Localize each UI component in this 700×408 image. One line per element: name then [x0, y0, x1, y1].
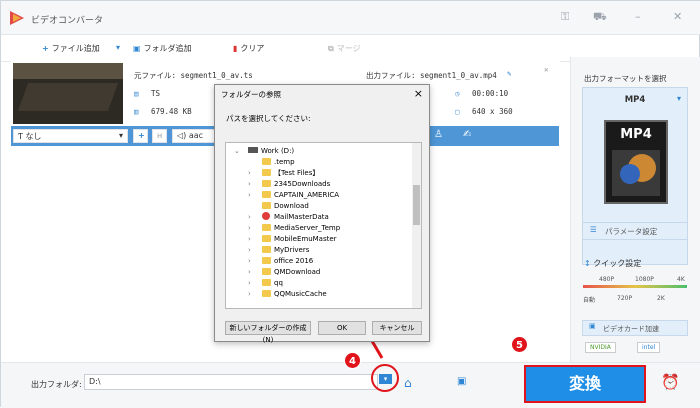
folder-icon: [262, 246, 271, 253]
folder-browse-dialog: フォルダーの参照 × パスを選択してください: ⌄ Work (D:) .temp ›…: [214, 84, 430, 344]
tree-item-label: qq: [274, 279, 283, 287]
tree-item[interactable]: › MailMasterData: [248, 212, 329, 223]
tree-item[interactable]: › qq: [248, 278, 283, 289]
folder-icon: [262, 180, 271, 187]
tree-item[interactable]: › MediaServer_Temp: [248, 223, 340, 234]
expand-arrow-icon[interactable]: ›: [248, 278, 262, 289]
tree-item[interactable]: › QMDownload: [248, 267, 320, 278]
tree-item[interactable]: Download: [248, 201, 309, 212]
expand-arrow-icon[interactable]: ⌄: [234, 146, 248, 157]
tree-item-label: MediaServer_Temp: [274, 224, 341, 232]
tree-item[interactable]: › MyDrivers: [248, 245, 309, 256]
tree-item[interactable]: ⌄ Work (D:): [234, 146, 294, 157]
expand-arrow-icon[interactable]: ›: [248, 179, 262, 190]
dialog-title: フォルダーの参照: [221, 90, 281, 99]
folder-icon: [262, 257, 271, 264]
tree-item[interactable]: › CAPTAIN_AMERICA: [248, 190, 339, 201]
drive-icon: [248, 147, 258, 153]
ok-button[interactable]: OK: [318, 321, 366, 335]
tree-item-label: MyDrivers: [274, 246, 310, 254]
app-window: ビデオコンバータ ⚿ ⛟ – ✕ + ファイル追加 ▾ ▣ フォルダ追加 ▮ クリア …: [0, 0, 700, 408]
tree-item[interactable]: › 【Test Files】: [248, 168, 319, 179]
expand-arrow-icon[interactable]: ›: [248, 256, 262, 267]
tree-item[interactable]: › QQMusicCache: [248, 289, 327, 300]
tree-item[interactable]: › 2345Downloads: [248, 179, 330, 190]
folder-icon: [262, 268, 271, 275]
cancel-button[interactable]: キャンセル: [372, 321, 422, 335]
tree-item-label: QQMusicCache: [274, 290, 327, 298]
scrollbar-thumb[interactable]: [413, 185, 420, 225]
folder-icon: [262, 290, 271, 297]
tree-item-label: QMDownload: [274, 268, 321, 276]
dialog-prompt: パスを選択してください:: [226, 114, 311, 123]
tree-item-label: 2345Downloads: [274, 180, 331, 188]
tree-item-label: Work (D:): [261, 147, 295, 155]
expand-arrow-icon[interactable]: ›: [248, 168, 262, 179]
tree-item[interactable]: › MobileEmuMaster: [248, 234, 337, 245]
dialog-close-icon[interactable]: ×: [414, 87, 423, 100]
expand-arrow-icon[interactable]: ›: [248, 223, 262, 234]
folder-icon: [262, 235, 271, 242]
expand-arrow-icon[interactable]: ›: [248, 234, 262, 245]
folder-icon: [262, 202, 271, 209]
app-folder-icon: [262, 212, 270, 220]
tree-item[interactable]: .temp: [248, 157, 295, 168]
tree-item-label: office 2016: [274, 257, 314, 265]
tree-item-label: MailMasterData: [274, 213, 329, 221]
folder-icon: [262, 158, 271, 165]
tree-item-label: .temp: [274, 158, 295, 166]
expand-arrow-icon[interactable]: ›: [248, 267, 262, 278]
folder-icon: [262, 191, 271, 198]
tree-item[interactable]: › office 2016: [248, 256, 313, 267]
tree-item-label: Download: [274, 202, 309, 210]
tree-scrollbar[interactable]: [412, 143, 421, 308]
new-folder-button[interactable]: 新しいフォルダーの作成(N): [225, 321, 311, 344]
folder-icon: [262, 169, 271, 176]
folder-icon: [262, 224, 271, 231]
expand-arrow-icon[interactable]: ›: [248, 190, 262, 201]
expand-arrow-icon[interactable]: ›: [248, 245, 262, 256]
tree-item-label: 【Test Files】: [274, 169, 320, 177]
folder-icon: [262, 279, 271, 286]
expand-arrow-icon[interactable]: ›: [248, 212, 262, 223]
folder-tree[interactable]: ⌄ Work (D:) .temp › 【Test Files】 › 2345Downloa…: [225, 142, 422, 309]
expand-arrow-icon[interactable]: ›: [248, 289, 262, 300]
tree-item-label: CAPTAIN_AMERICA: [274, 191, 340, 199]
tree-item-label: MobileEmuMaster: [274, 235, 337, 243]
